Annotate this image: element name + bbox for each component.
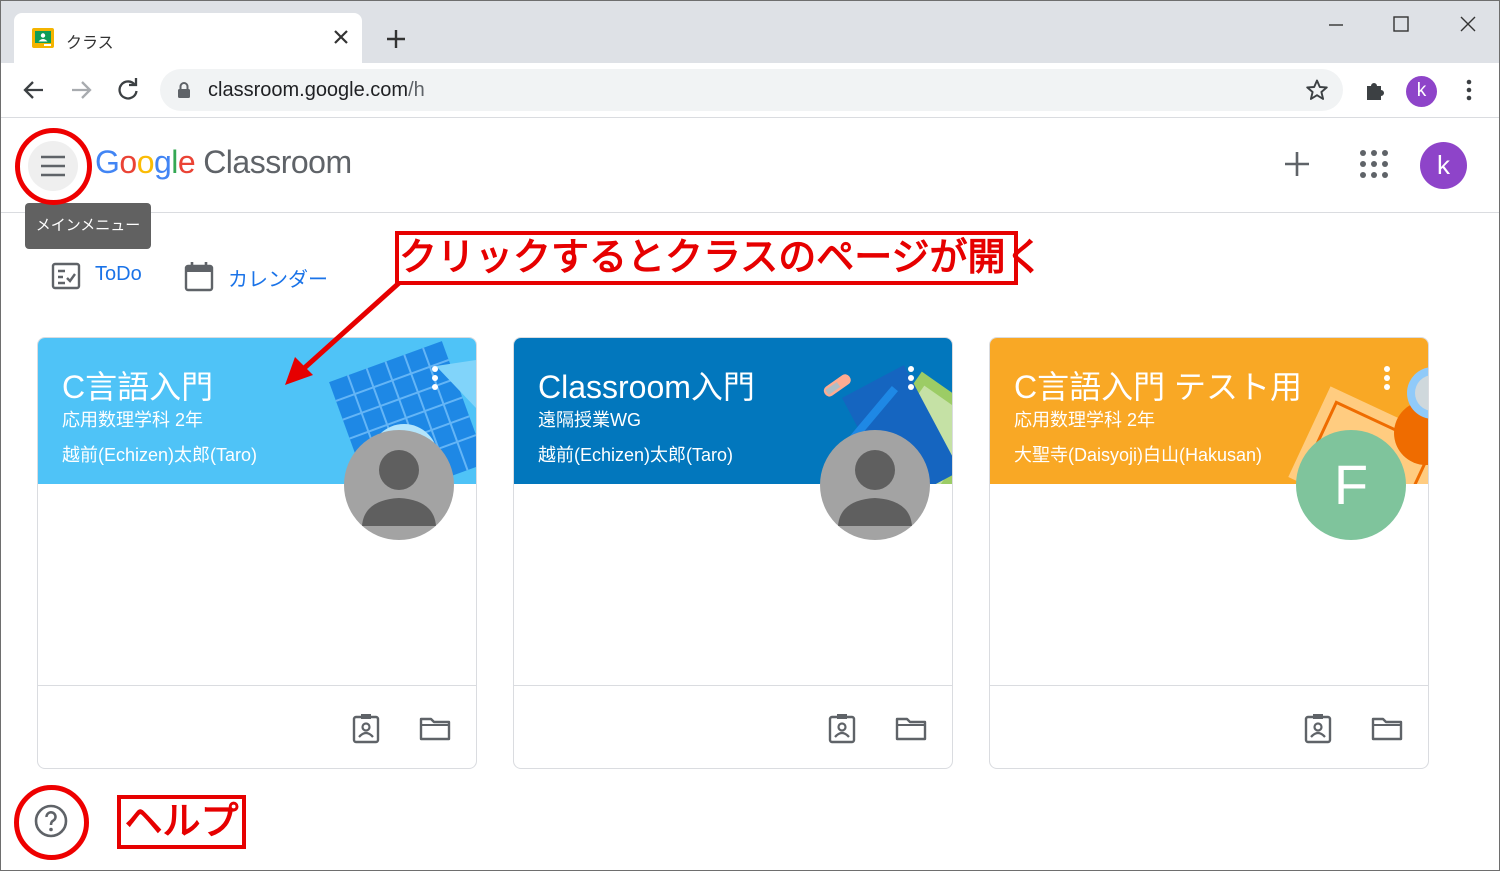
assignments-portrait-icon[interactable]: [350, 712, 382, 744]
annotation-circle-help: [14, 785, 89, 860]
reload-icon[interactable]: [115, 77, 141, 103]
app-header: Google Classroom k: [1, 118, 1499, 213]
class-card[interactable]: C言語入門 テスト用 応用数理学科 2年 大聖寺(Daisyoji)白山(Hak…: [989, 337, 1429, 769]
address-bar[interactable]: classroom.google.com/h: [160, 69, 1343, 111]
assignments-portrait-icon[interactable]: [1302, 712, 1334, 744]
class-card[interactable]: Classroom入門 遠隔授業WG 越前(Echizen)太郎(Taro): [513, 337, 953, 769]
teacher-photo: [344, 430, 454, 540]
logo-letter: g: [153, 144, 172, 180]
class-teacher[interactable]: 越前(Echizen)太郎(Taro): [62, 441, 257, 467]
url-host: classroom.google.com: [208, 79, 409, 101]
back-icon[interactable]: [21, 77, 47, 103]
google-classroom-logo[interactable]: Google Classroom: [95, 144, 352, 181]
class-card-footer: [990, 685, 1428, 768]
class-section: 遠隔授業WG: [538, 410, 641, 430]
browser-menu-icon[interactable]: [1456, 77, 1482, 103]
more-options-icon[interactable]: [1378, 364, 1396, 392]
google-apps-grid-icon[interactable]: [1358, 148, 1390, 180]
assignments-portrait-icon[interactable]: [826, 712, 858, 744]
class-section: 応用数理学科 2年: [1014, 410, 1156, 430]
drive-folder-icon[interactable]: [1371, 712, 1403, 744]
account-avatar[interactable]: k: [1420, 142, 1467, 189]
drive-folder-icon[interactable]: [895, 712, 927, 744]
todo-label: ToDo: [95, 263, 142, 285]
logo-letter: o: [119, 144, 137, 180]
create-join-class-plus-icon[interactable]: [1281, 148, 1313, 180]
window-close-icon[interactable]: [1453, 11, 1483, 39]
class-card[interactable]: C言語入門 応用数理学科 2年 越前(Echizen)太郎(Taro): [37, 337, 477, 769]
close-tab-icon[interactable]: [332, 28, 350, 46]
annotation-help-label: ヘルプ: [117, 795, 246, 849]
annotation-circle-menu: [15, 128, 92, 205]
browser-tabstrip: クラス: [1, 1, 1499, 63]
class-teacher[interactable]: 越前(Echizen)太郎(Taro): [538, 441, 733, 467]
todo-link[interactable]: ToDo: [50, 257, 160, 293]
lock-icon[interactable]: [176, 81, 192, 99]
maximize-icon[interactable]: [1386, 11, 1416, 39]
new-tab-icon[interactable]: [385, 28, 407, 50]
class-card-footer: [514, 685, 952, 768]
person-icon: [362, 450, 436, 526]
calendar-label: カレンダー: [228, 269, 328, 291]
annotation-callout: クリックするとクラスのページが開く: [395, 231, 1043, 285]
browser-toolbar: classroom.google.com/h k: [1, 63, 1499, 118]
class-name[interactable]: C言語入門: [62, 362, 213, 408]
class-name[interactable]: C言語入門 テスト用: [1014, 362, 1302, 408]
drive-folder-icon[interactable]: [419, 712, 451, 744]
more-options-icon[interactable]: [902, 364, 920, 392]
teacher-initial-avatar: F: [1296, 430, 1406, 540]
product-name: Classroom: [203, 144, 352, 180]
calendar-link[interactable]: カレンダー: [183, 257, 343, 293]
browser-tab[interactable]: クラス: [14, 13, 362, 63]
classroom-favicon-icon: [32, 28, 54, 48]
main-menu-tooltip: メインメニュー: [25, 203, 151, 249]
logo-letter: o: [136, 144, 155, 180]
logo-letter: e: [177, 144, 196, 180]
url-path: /h: [408, 79, 425, 101]
tab-title: クラス: [66, 35, 114, 52]
browser-profile-avatar[interactable]: k: [1406, 76, 1437, 107]
minimize-icon[interactable]: [1321, 11, 1351, 39]
class-name[interactable]: Classroom入門: [538, 362, 755, 408]
logo-letter: G: [95, 144, 120, 180]
extensions-puzzle-icon[interactable]: [1362, 77, 1388, 103]
class-teacher[interactable]: 大聖寺(Daisyoji)白山(Hakusan): [1014, 441, 1262, 467]
logo-letter: l: [171, 144, 178, 180]
bookmark-star-icon[interactable]: [1305, 78, 1329, 102]
todo-checklist-icon: [51, 262, 81, 290]
person-icon: [838, 450, 912, 526]
more-options-icon[interactable]: [426, 364, 444, 392]
teacher-photo: [820, 430, 930, 540]
calendar-icon: [184, 262, 214, 292]
url-text: classroom.google.com/h: [208, 79, 425, 102]
forward-icon[interactable]: [68, 77, 94, 103]
class-card-footer: [38, 685, 476, 768]
class-section: 応用数理学科 2年: [62, 410, 204, 430]
